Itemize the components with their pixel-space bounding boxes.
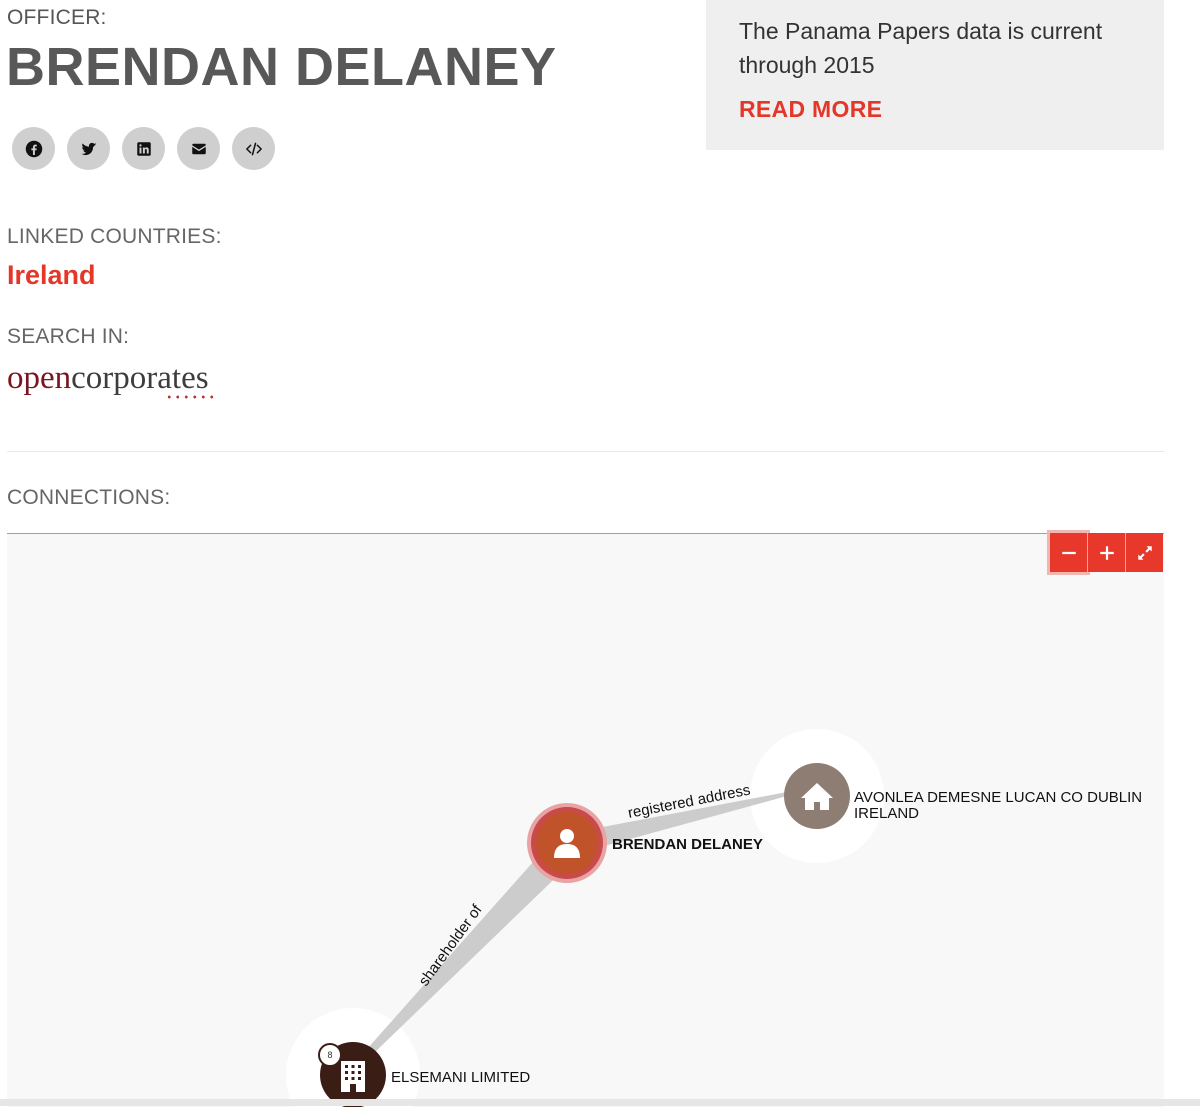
facebook-icon (25, 140, 42, 157)
data-notice-box: The Panama Papers data is current throug… (706, 0, 1164, 150)
horizontal-scrollbar[interactable] (0, 1099, 1200, 1106)
fullscreen-button[interactable] (1125, 533, 1163, 572)
entity-node-label: ELSEMANI LIMITED (391, 1069, 530, 1086)
connections-label: CONNECTIONS: (7, 486, 171, 509)
entity-node[interactable]: 8 (318, 1042, 386, 1107)
address-node-label-line1: AVONLEA DEMESNE LUCAN CO DUBLIN (854, 789, 1142, 806)
address-node-label-line2: IRELAND (854, 805, 919, 822)
address-node[interactable] (784, 763, 850, 829)
email-share-button[interactable] (177, 127, 220, 170)
page-title: BRENDAN DELANEY (6, 37, 557, 97)
logo-part-corporates: corporates (71, 360, 209, 396)
read-more-link[interactable]: READ MORE (739, 96, 882, 123)
twitter-share-button[interactable] (67, 127, 110, 170)
search-in-label: SEARCH IN: (7, 325, 130, 348)
embed-code-icon (245, 142, 262, 155)
share-buttons (12, 127, 275, 170)
entity-badge-count: 8 (327, 1050, 332, 1060)
linkedin-icon (136, 141, 151, 156)
officer-type-label: OFFICER: (7, 6, 107, 29)
graph-canvas[interactable]: registered address shareholder of AVONLE… (7, 534, 1164, 1107)
building-icon (341, 1061, 365, 1092)
data-notice-text: The Panama Papers data is current throug… (739, 18, 1103, 78)
zoom-out-icon (1061, 551, 1076, 554)
section-divider (7, 451, 1164, 452)
fullscreen-icon (1137, 545, 1152, 560)
linkedin-share-button[interactable] (122, 127, 165, 170)
officer-node[interactable] (527, 803, 607, 883)
embed-code-button[interactable] (232, 127, 275, 170)
opencorporates-logo-link[interactable]: opencorporates (7, 358, 209, 398)
linked-countries-label: LINKED COUNTRIES: (7, 225, 222, 248)
country-link-ireland[interactable]: Ireland (7, 260, 96, 291)
twitter-icon (81, 142, 96, 155)
logo-dots (165, 395, 215, 399)
zoom-in-icon (1099, 545, 1114, 560)
logo-part-open: open (7, 360, 72, 396)
email-icon (191, 143, 206, 154)
graph-zoom-controls (1050, 533, 1163, 572)
connections-graph[interactable]: registered address shareholder of AVONLE… (7, 533, 1164, 1107)
zoom-in-button[interactable] (1087, 533, 1125, 572)
zoom-out-button[interactable] (1050, 533, 1087, 572)
facebook-share-button[interactable] (12, 127, 55, 170)
officer-node-label: BRENDAN DELANEY (612, 836, 763, 853)
